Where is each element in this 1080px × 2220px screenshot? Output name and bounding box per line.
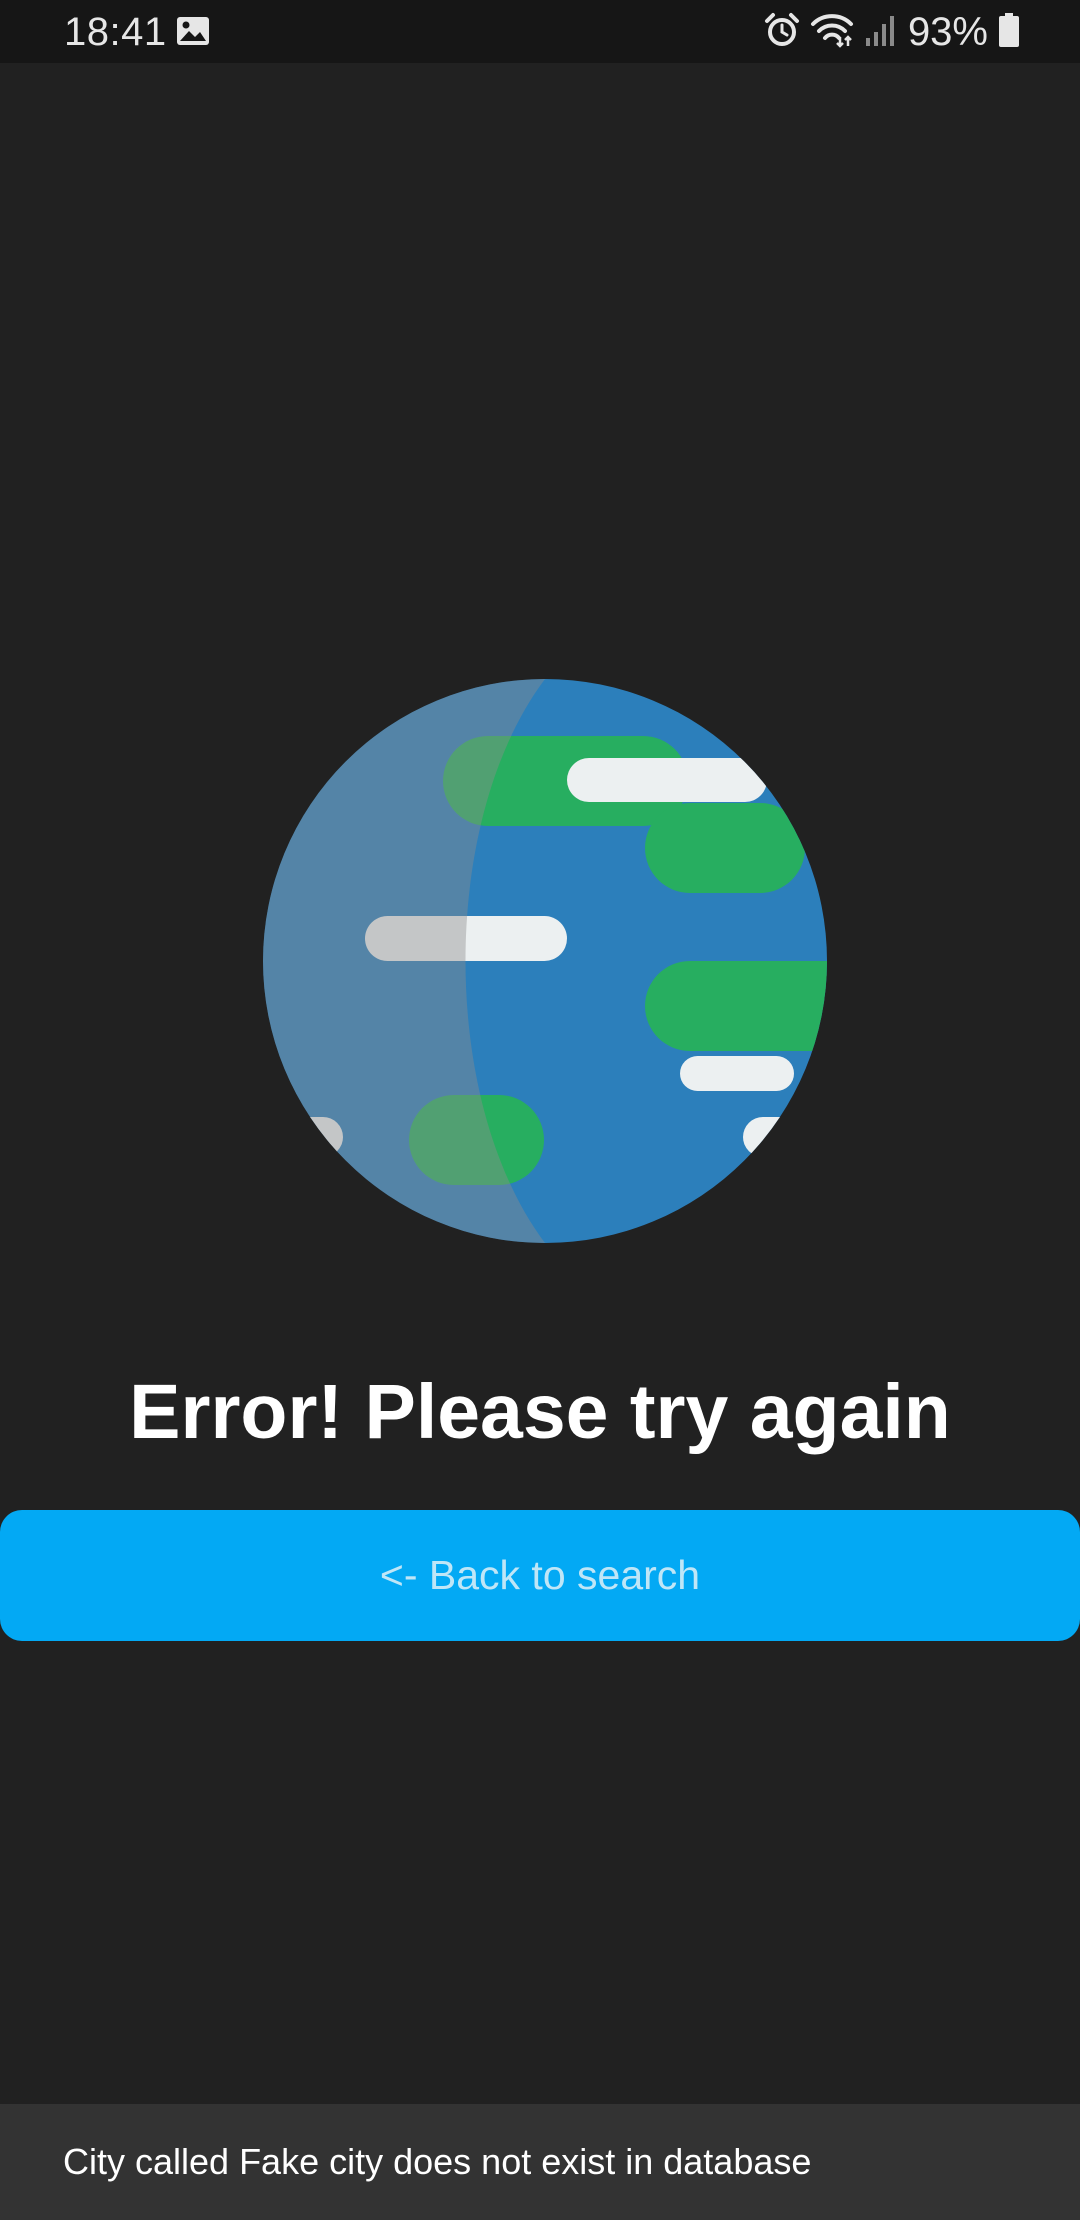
snackbar-message: City called Fake city does not exist in … bbox=[63, 2141, 812, 2182]
globe-illustration bbox=[263, 679, 827, 1243]
status-icons: 93% bbox=[754, 8, 1020, 56]
alarm-icon bbox=[764, 12, 800, 53]
app-screen: 18:41 93% Error! Please try again <- Bac… bbox=[0, 0, 1080, 2220]
image-icon bbox=[176, 16, 210, 46]
back-to-search-button[interactable]: <- Back to search bbox=[0, 1510, 1080, 1641]
battery-icon bbox=[998, 12, 1020, 53]
status-bar: 18:41 93% bbox=[0, 0, 1080, 63]
status-time: 18:41 bbox=[64, 10, 167, 54]
snackbar: City called Fake city does not exist in … bbox=[0, 2104, 1080, 2220]
signal-icon bbox=[864, 12, 896, 53]
battery-percent: 93% bbox=[907, 10, 988, 54]
error-title: Error! Please try again bbox=[129, 1369, 951, 1455]
wifi-icon bbox=[810, 12, 854, 53]
